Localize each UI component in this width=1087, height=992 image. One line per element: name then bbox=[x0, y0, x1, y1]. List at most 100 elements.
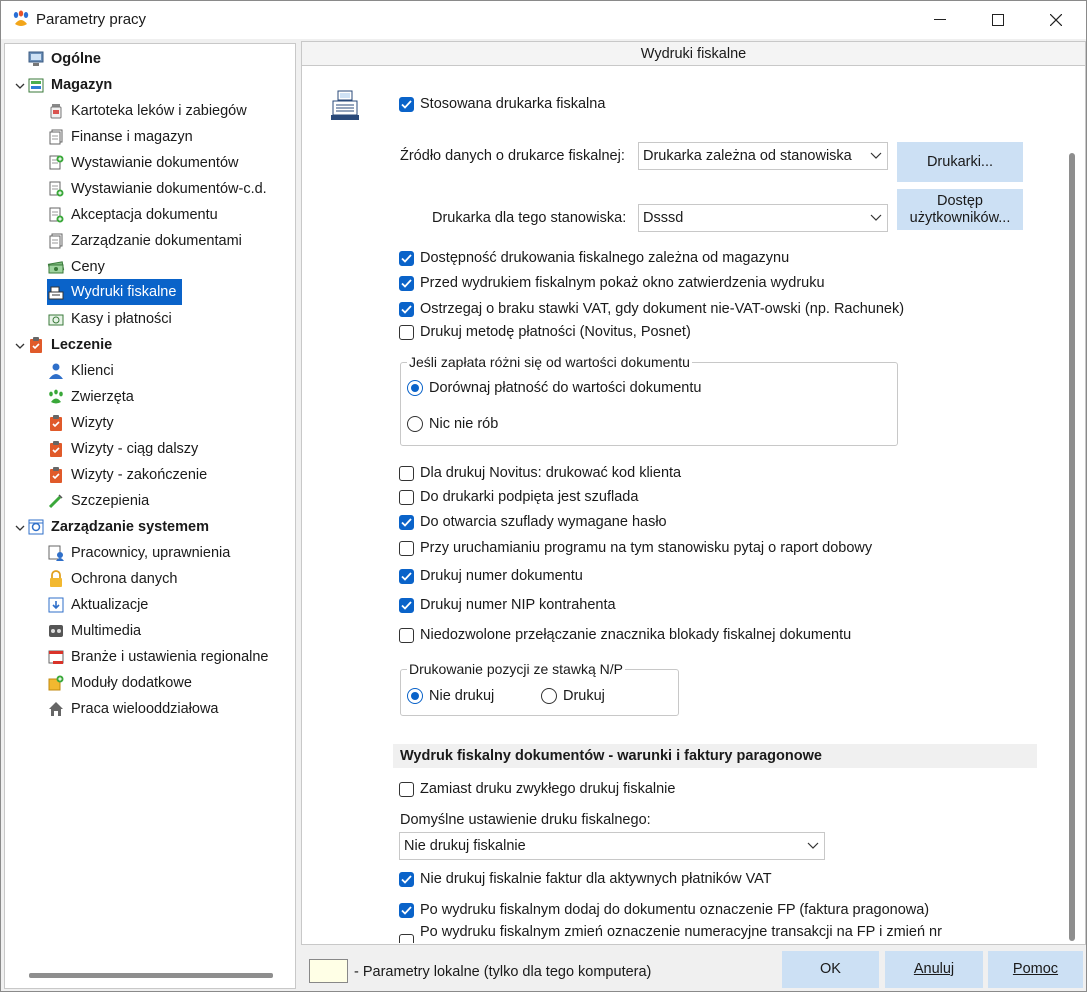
title-bar[interactable]: Parametry pracy bbox=[1, 1, 1086, 39]
legend-text: - Parametry lokalne (tylko dla tego komp… bbox=[354, 964, 652, 980]
clipboard-icon bbox=[47, 414, 65, 432]
tree-item-ceny[interactable]: Ceny bbox=[47, 255, 105, 279]
chevron-down-icon[interactable] bbox=[14, 522, 26, 534]
section-title: Wydruk fiskalny dokumentów - warunki i f… bbox=[393, 744, 1037, 768]
tree-item-kasy[interactable]: Kasy i płatności bbox=[47, 307, 172, 331]
radio-selected-icon bbox=[407, 688, 423, 704]
option-drawer-attached[interactable]: Do drukarki podpięta jest szuflada bbox=[399, 486, 638, 508]
option-replace-print[interactable]: Zamiast druku zwykłego drukuj fiskalnie bbox=[399, 778, 675, 800]
document-add-icon bbox=[47, 180, 65, 198]
minimize-button[interactable] bbox=[911, 1, 969, 39]
radio-do-nothing[interactable]: Nic nie rób bbox=[407, 413, 498, 435]
option-confirm-window[interactable]: Przed wydrukiem fiskalnym pokaż okno zat… bbox=[399, 272, 825, 294]
cash-register-icon bbox=[331, 90, 359, 120]
option-skip-vat-payers[interactable]: Nie drukuj fiskalnie faktur dla aktywnyc… bbox=[399, 868, 772, 890]
chevron-down-icon bbox=[865, 214, 887, 222]
user-access-button[interactable]: Dostęp użytkowników... bbox=[897, 189, 1023, 230]
tree-item-akceptacja[interactable]: Akceptacja dokumentu bbox=[47, 203, 218, 227]
tree-item-wystawianie-cd[interactable]: Wystawianie dokumentów-c.d. bbox=[47, 177, 267, 201]
tree-item-praca-wielo[interactable]: Praca wielooddziałowa bbox=[47, 697, 219, 721]
help-button[interactable]: Pomoc bbox=[988, 951, 1083, 988]
money-icon bbox=[47, 258, 65, 276]
option-drawer-password[interactable]: Do otwarcia szuflady wymagane hasło bbox=[399, 511, 667, 533]
option-add-fp-mark[interactable]: Po wydruku fiskalnym dodaj do dokumentu … bbox=[399, 899, 929, 921]
tree-item-wydruki-fiskalne[interactable]: Wydruki fiskalne bbox=[47, 279, 183, 305]
printers-button[interactable]: Drukarki... bbox=[897, 142, 1023, 182]
minimize-icon bbox=[934, 19, 946, 20]
dialog-window: Parametry pracy Ogólne Magazyn Kartoteka… bbox=[0, 0, 1087, 992]
home-icon bbox=[47, 700, 65, 718]
option-change-fp-numbering[interactable]: Po wydruku fiskalnym zmień oznaczenie nu… bbox=[399, 923, 942, 943]
option-lock-toggle-forbidden[interactable]: Niedozwolone przełączanie znacznika blok… bbox=[399, 624, 851, 646]
tree-item-branze[interactable]: Branże i ustawienia regionalne bbox=[47, 645, 269, 669]
checkbox-checked-icon bbox=[399, 871, 414, 887]
chevron-down-icon[interactable] bbox=[14, 80, 26, 92]
tree-group-system[interactable]: Zarządzanie systemem bbox=[27, 515, 209, 539]
tree-item-wizyty-zak[interactable]: Wizyty - zakończenie bbox=[47, 463, 207, 487]
tree-item-multimedia[interactable]: Multimedia bbox=[47, 619, 141, 643]
tree-item-klienci[interactable]: Klienci bbox=[47, 359, 114, 383]
option-print-payment-method[interactable]: Drukuj metodę płatności (Novitus, Posnet… bbox=[399, 321, 691, 343]
option-print-nip[interactable]: Drukuj numer NIP kontrahenta bbox=[399, 594, 616, 616]
clipboard-icon bbox=[47, 440, 65, 458]
document-stack-icon bbox=[47, 232, 65, 250]
tree-item-wystawianie[interactable]: Wystawianie dokumentów bbox=[47, 151, 239, 175]
tree-item-wizyty[interactable]: Wizyty bbox=[47, 411, 114, 435]
close-button[interactable] bbox=[1027, 1, 1085, 39]
panel-header: Wydruki fiskalne bbox=[302, 42, 1085, 66]
checkbox-checked-icon bbox=[399, 250, 414, 266]
lock-icon bbox=[47, 570, 65, 588]
person-icon bbox=[47, 362, 65, 380]
update-icon bbox=[47, 596, 65, 614]
tree-group-magazyn[interactable]: Magazyn bbox=[27, 73, 112, 97]
option-novitus-client-code[interactable]: Dla drukuj Novitus: drukować kod klienta bbox=[399, 462, 681, 484]
tree-horizontal-scrollbar[interactable] bbox=[29, 973, 273, 978]
radio-match-payment[interactable]: Dorównaj płatność do wartości dokumentu bbox=[407, 377, 701, 399]
checkbox-unchecked-icon bbox=[399, 781, 414, 797]
station-printer-combo[interactable]: Dsssd bbox=[638, 204, 888, 232]
chevron-down-icon[interactable] bbox=[14, 340, 26, 352]
tree-item-pracownicy[interactable]: Pracownicy, uprawnienia bbox=[47, 541, 230, 565]
default-setting-label: Domyślne ustawienie druku fiskalnego: bbox=[400, 812, 651, 828]
radio-np-print[interactable]: Drukuj bbox=[541, 685, 605, 707]
user-permissions-icon bbox=[47, 544, 65, 562]
clipboard-icon bbox=[27, 336, 45, 354]
use-fiscal-printer-checkbox[interactable]: Stosowana drukarka fiskalna bbox=[399, 93, 605, 115]
source-label: Źródło danych o drukarce fiskalnej: bbox=[400, 148, 625, 164]
option-availability-per-warehouse[interactable]: Dostępność drukowania fiskalnego zależna… bbox=[399, 247, 789, 269]
radio-selected-icon bbox=[407, 380, 423, 396]
radio-np-dont-print[interactable]: Nie drukuj bbox=[407, 685, 494, 707]
source-combo[interactable]: Drukarka zależna od stanowiska bbox=[638, 142, 888, 170]
chevron-down-icon bbox=[802, 842, 824, 850]
ok-button[interactable]: OK bbox=[782, 951, 879, 988]
maximize-button[interactable] bbox=[969, 1, 1027, 39]
option-vat-warning[interactable]: Ostrzegaj o braku stawki VAT, gdy dokume… bbox=[399, 298, 904, 320]
tree-item-szczepienia[interactable]: Szczepienia bbox=[47, 489, 149, 513]
document-stack-icon bbox=[47, 128, 65, 146]
tree-item-finanse[interactable]: Finanse i magazyn bbox=[47, 125, 193, 149]
checkbox-unchecked-icon bbox=[399, 627, 414, 643]
tree-item-aktualizacje[interactable]: Aktualizacje bbox=[47, 593, 148, 617]
checkbox-checked-icon bbox=[399, 902, 414, 918]
station-printer-label: Drukarka dla tego stanowiska: bbox=[432, 210, 627, 226]
panel-vertical-scrollbar[interactable] bbox=[1069, 153, 1075, 941]
warehouse-icon bbox=[27, 76, 45, 94]
option-print-doc-number[interactable]: Drukuj numer dokumentu bbox=[399, 565, 583, 587]
tree-item-kartoteka[interactable]: Kartoteka leków i zabiegów bbox=[47, 99, 247, 123]
option-daily-report-prompt[interactable]: Przy uruchamianiu programu na tym stanow… bbox=[399, 537, 872, 559]
default-setting-combo[interactable]: Nie drukuj fiskalnie bbox=[399, 832, 825, 860]
media-icon bbox=[47, 622, 65, 640]
tree-group-ogolne[interactable]: Ogólne bbox=[27, 47, 101, 71]
tree-group-leczenie[interactable]: Leczenie bbox=[27, 333, 112, 357]
medicine-bottle-icon bbox=[47, 102, 65, 120]
cancel-button[interactable]: Anuluj bbox=[885, 951, 983, 988]
tree-item-wizyty-cd[interactable]: Wizyty - ciąg dalszy bbox=[47, 437, 198, 461]
checkbox-unchecked-icon bbox=[399, 324, 414, 340]
tree-item-zarzadzanie-dok[interactable]: Zarządzanie dokumentami bbox=[47, 229, 242, 253]
tree-item-moduly[interactable]: Moduły dodatkowe bbox=[47, 671, 192, 695]
settings-tree[interactable]: Ogólne Magazyn Kartoteka leków i zabiegó… bbox=[4, 43, 296, 989]
module-add-icon bbox=[47, 674, 65, 692]
radio-unselected-icon bbox=[407, 416, 423, 432]
tree-item-zwierzeta[interactable]: Zwierzęta bbox=[47, 385, 134, 409]
tree-item-ochrona[interactable]: Ochrona danych bbox=[47, 567, 177, 591]
